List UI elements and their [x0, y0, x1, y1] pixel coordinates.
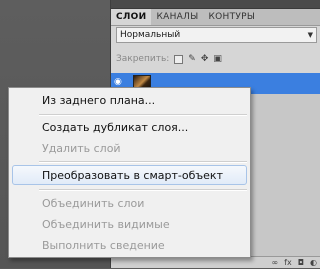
panel-tabs: СЛОИ КАНАЛЫ КОНТУРЫ: [111, 9, 320, 26]
lock-controls: Закрепить: ✎ ✥ ▣: [116, 52, 222, 66]
lock-all-icon[interactable]: ▣: [213, 54, 222, 64]
chevron-down-icon: ▼: [307, 31, 313, 39]
lock-move-icon[interactable]: ✥: [201, 54, 209, 64]
blend-mode-value: Нормальный: [120, 30, 181, 40]
menu-item-merge-layers[interactable]: Объединить слои: [42, 197, 144, 211]
menu-item-duplicate-layer[interactable]: Создать дубликат слоя...: [42, 121, 188, 135]
menu-item-flatten-image[interactable]: Выполнить сведение: [42, 239, 165, 253]
adjustment-icon[interactable]: ◐: [310, 257, 317, 269]
tab-paths[interactable]: КОНТУРЫ: [203, 9, 260, 25]
tab-channels[interactable]: КАНАЛЫ: [151, 9, 203, 25]
lock-brush-icon[interactable]: ✎: [188, 54, 196, 64]
tab-layers[interactable]: СЛОИ: [111, 9, 152, 25]
menu-separator: [39, 161, 247, 163]
menu-item-convert-smart-object[interactable]: Преобразовать в смарт-объект: [42, 169, 223, 183]
panel-title-bar[interactable]: [111, 0, 320, 9]
menu-item-from-background[interactable]: Из заднего плана...: [42, 94, 155, 108]
lock-transparency-icon[interactable]: [174, 54, 184, 64]
link-icon[interactable]: ∞: [271, 257, 278, 269]
menu-separator: [39, 114, 247, 116]
layer-context-menu: Из заднего плана... Создать дубликат сло…: [8, 87, 251, 258]
blend-mode-select[interactable]: Нормальный ▼: [116, 27, 317, 43]
lock-label: Закрепить:: [116, 54, 170, 64]
menu-item-delete-layer[interactable]: Удалить слой: [42, 142, 121, 156]
menu-item-merge-visible[interactable]: Объединить видимые: [42, 218, 170, 232]
fx-icon[interactable]: fx: [284, 257, 292, 269]
mask-icon[interactable]: ◘: [298, 257, 304, 269]
menu-separator: [39, 189, 247, 191]
